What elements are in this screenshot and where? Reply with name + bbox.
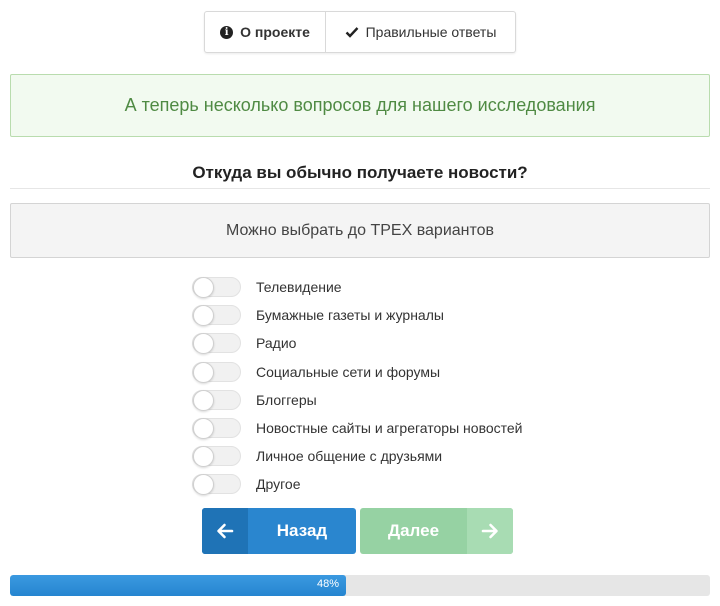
toggle-knob [193, 305, 214, 327]
question-title: Откуда вы обычно получаете новости? [192, 163, 528, 182]
option-label: Личное общение с друзьями [256, 448, 443, 465]
toggle-knob [193, 389, 214, 411]
arrow-left-icon [202, 508, 248, 554]
option-item[interactable]: Бумажные газеты и журналы [192, 301, 592, 329]
option-label: Бумажные газеты и журналы [256, 307, 444, 324]
arrow-right-icon [467, 508, 513, 554]
option-label: Другое [256, 476, 301, 493]
toggle-knob [193, 418, 214, 440]
about-project-button[interactable]: i О проекте [205, 12, 326, 52]
toggle-switch[interactable] [192, 277, 241, 299]
next-button-label: Далее [387, 521, 440, 540]
toggle-switch[interactable] [192, 418, 241, 440]
option-label: Радио [256, 335, 297, 352]
option-item[interactable]: Радио [192, 329, 592, 357]
option-item[interactable]: Блоггеры [192, 386, 592, 414]
correct-answers-label: Правильные ответы [365, 24, 497, 40]
info-icon: i [220, 25, 234, 39]
progress-percent: 48% [316, 578, 339, 590]
intro-message: А теперь несколько вопросов для нашего и… [10, 74, 710, 137]
option-label: Блоггеры [256, 391, 317, 408]
correct-answers-button[interactable]: Правильные ответы [326, 12, 515, 52]
toggle-switch[interactable] [192, 389, 241, 411]
toggle-switch[interactable] [192, 361, 241, 383]
toggle-knob [193, 474, 214, 496]
option-item[interactable]: Социальные сети и форумы [192, 358, 592, 386]
toggle-switch[interactable] [192, 305, 241, 327]
about-project-label: О проекте [240, 24, 310, 40]
toggle-switch[interactable] [192, 333, 241, 355]
toggle-switch[interactable] [192, 446, 241, 468]
selection-hint: Можно выбрать до ТРЕХ вариантов [10, 203, 710, 258]
option-item[interactable]: Новостные сайты и агрегаторы новостей [192, 414, 592, 442]
options-list: Телевидение Бумажные газеты и журналы Ради… [192, 273, 592, 499]
option-item[interactable]: Другое [192, 470, 592, 498]
back-button-label: Назад [276, 521, 328, 540]
option-label: Социальные сети и форумы [256, 363, 441, 380]
toggle-knob [193, 446, 214, 468]
top-button-group: i О проекте Правильные ответы [204, 11, 516, 53]
toggle-knob [193, 277, 214, 299]
progress-bar: 48% [10, 575, 710, 596]
toggle-knob [193, 333, 214, 355]
option-item[interactable]: Личное общение с друзьями [192, 442, 592, 470]
next-button[interactable]: Далее [360, 508, 513, 554]
toggle-switch[interactable] [192, 474, 241, 496]
divider [10, 188, 710, 189]
option-label: Новостные сайты и агрегаторы новостей [256, 420, 523, 437]
toggle-knob [193, 361, 214, 383]
check-icon [345, 26, 359, 38]
progress-fill: 48% [10, 575, 346, 596]
back-button[interactable]: Назад [202, 508, 356, 554]
option-label: Телевидение [256, 279, 342, 296]
option-item[interactable]: Телевидение [192, 273, 592, 301]
